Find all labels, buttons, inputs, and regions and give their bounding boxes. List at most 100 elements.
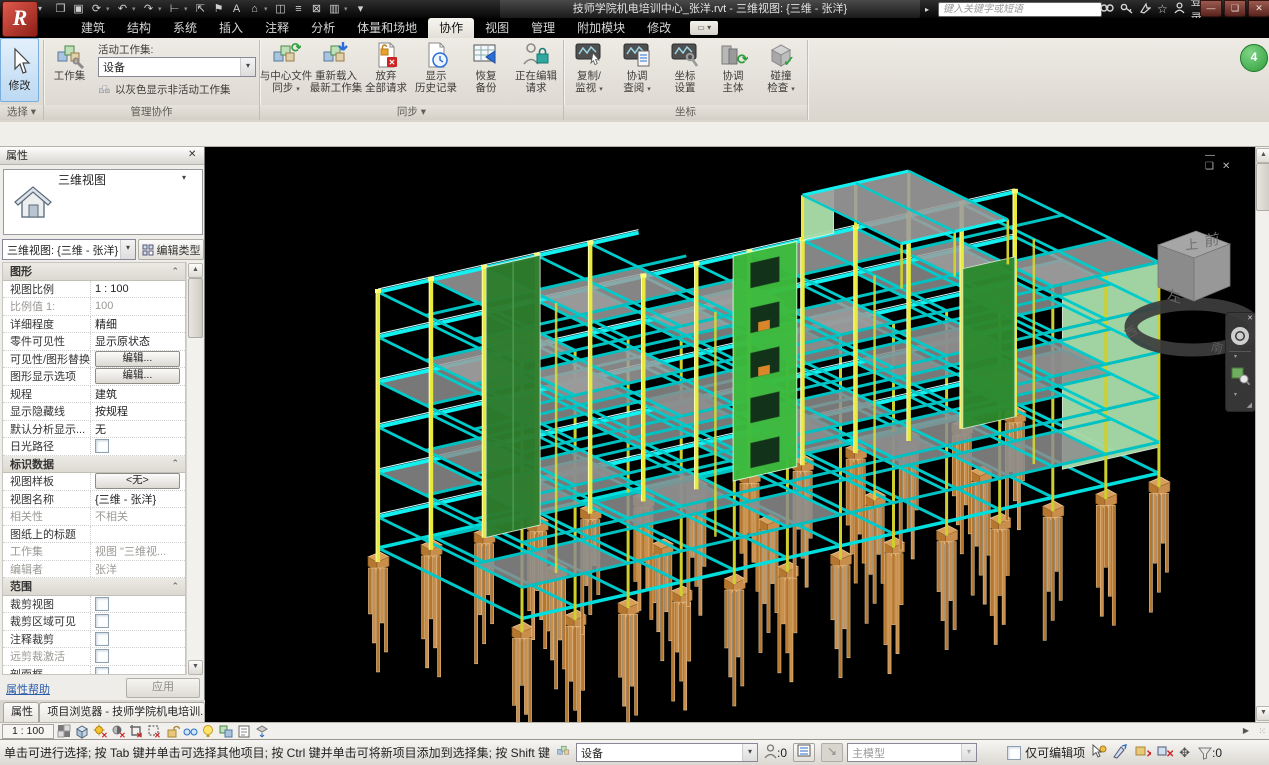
property-edit-button[interactable]: <无>	[95, 473, 180, 489]
ribbon-button-relinquish-all[interactable]: ✕放弃全部请求	[362, 40, 410, 104]
redo-icon[interactable]: ↷	[140, 1, 157, 17]
aligned-dimension-icon[interactable]: ⇱	[192, 1, 209, 17]
sync-with-central-dropdown-icon[interactable]: ▾	[106, 5, 113, 13]
measure-dropdown-icon[interactable]: ▾	[184, 5, 191, 13]
design-options-icon[interactable]: ↘	[821, 743, 843, 762]
properties-close-icon[interactable]: ✕	[188, 149, 196, 160]
property-checkbox[interactable]	[95, 632, 109, 646]
property-value[interactable]: 张洋	[91, 561, 185, 577]
property-edit-button[interactable]: 编辑...	[95, 368, 180, 384]
restore-button[interactable]: ❑	[1224, 0, 1246, 17]
detail-level-icon[interactable]	[56, 724, 72, 739]
3d-structural-model[interactable]	[205, 147, 1255, 722]
sun-path-off-icon[interactable]: ✕	[92, 724, 108, 739]
collapse-icon[interactable]: ⌃	[171, 581, 185, 592]
thin-lines-icon[interactable]: ≡	[290, 1, 307, 17]
viewport-vertical-scrollbar[interactable]: ▲ ▼	[1255, 147, 1269, 722]
search-icon[interactable]	[1100, 2, 1114, 17]
steering-wheel-icon[interactable]	[1229, 325, 1251, 347]
close-button[interactable]: ✕	[1248, 0, 1269, 17]
properties-help-link[interactable]: 属性帮助	[6, 681, 50, 697]
ribbon-button-show-history[interactable]: 显示历史记录	[412, 40, 460, 104]
deselect-icon[interactable]: ✕	[1135, 744, 1151, 762]
move-cursor-icon[interactable]: ✥	[1179, 745, 1190, 761]
collapse-icon[interactable]: ⌃	[171, 266, 185, 277]
property-checkbox[interactable]	[95, 597, 109, 611]
tab-properties[interactable]: 属性	[3, 702, 39, 722]
select-elements-icon[interactable]	[1091, 744, 1107, 762]
tag-by-category-icon[interactable]: ⚑	[210, 1, 227, 17]
scrollbar-thumb[interactable]	[188, 278, 203, 338]
scroll-right-icon[interactable]: ▶	[1239, 724, 1253, 738]
worksets-button[interactable]: 工作集	[46, 40, 93, 104]
apply-button[interactable]: 应用	[126, 678, 200, 698]
scroll-down-icon[interactable]: ▼	[1256, 706, 1269, 721]
section-icon[interactable]: ◫	[272, 1, 289, 17]
scrollbar-thumb[interactable]	[1256, 163, 1269, 211]
application-menu-arrow-icon[interactable]: ▾	[38, 4, 42, 13]
ribbon-tab-结构[interactable]: 结构	[116, 18, 162, 38]
property-value[interactable]: 不相关	[91, 508, 185, 524]
crop-view-off-icon[interactable]: ✕	[128, 724, 144, 739]
panel-label-synchronize[interactable]: 同步 ▾	[260, 105, 563, 120]
property-value[interactable]: 无	[91, 421, 185, 437]
minimize-button[interactable]: —	[1200, 0, 1222, 17]
property-section-图形[interactable]: 图形⌃	[3, 263, 185, 281]
switch-windows-icon[interactable]: ▥	[326, 1, 343, 17]
sync-with-central-icon[interactable]: ⟳	[88, 1, 105, 17]
ribbon-button-copy-monitor[interactable]: 复制/监视 ▾	[566, 40, 612, 104]
property-value[interactable]: 精细	[91, 316, 185, 332]
open-file-icon[interactable]: ❒	[52, 1, 69, 17]
gray-inactive-worksets-toggle[interactable]: 以灰色显示非活动工作集	[98, 82, 231, 97]
undo-dropdown-icon[interactable]: ▾	[132, 5, 139, 13]
view-instance-dropdown[interactable]: 三维视图: {三维 - 张洋}▾	[2, 239, 136, 260]
unlocked-view-icon[interactable]	[164, 724, 180, 739]
navbar-expand-icon[interactable]: ▾	[1234, 353, 1237, 360]
scroll-down-icon[interactable]: ▼	[188, 660, 203, 675]
subscription-key-icon[interactable]	[1120, 2, 1133, 17]
navbar-options-icon[interactable]: ◢	[1247, 401, 1252, 409]
property-value[interactable]: 按规程	[91, 403, 185, 419]
ribbon-tab-协作[interactable]: 协作	[428, 18, 474, 38]
properties-scrollbar[interactable]: ▲ ▼	[186, 262, 202, 675]
shadows-off-icon[interactable]: ✕	[110, 724, 126, 739]
redo-dropdown-icon[interactable]: ▾	[158, 5, 165, 13]
property-section-范围[interactable]: 范围⌃	[3, 578, 185, 596]
infocenter-search-input[interactable]: 键入关键字或短语	[938, 2, 1102, 17]
communication-center-icon[interactable]	[1139, 2, 1151, 17]
filter-control[interactable]: :0	[1198, 746, 1222, 760]
properties-title[interactable]: 属性	[0, 147, 204, 165]
resize-grip[interactable]: ⁙	[1258, 726, 1267, 737]
property-value[interactable]: 显示原状态	[91, 333, 185, 349]
user-icon[interactable]	[1174, 2, 1185, 17]
default-3d-view-dropdown-icon[interactable]: ▾	[264, 5, 271, 13]
notification-badge[interactable]: 4	[1240, 44, 1268, 72]
customize-quick-access-icon[interactable]: ▾	[352, 1, 369, 17]
text-icon[interactable]: A	[228, 1, 245, 17]
property-edit-button[interactable]: 编辑...	[95, 351, 180, 367]
collapse-icon[interactable]: ⌃	[171, 458, 185, 469]
ribbon-tab-修改[interactable]: 修改	[636, 18, 682, 38]
undo-icon[interactable]: ↶	[114, 1, 131, 17]
title-expand-icon[interactable]: ▸	[925, 5, 929, 14]
panel-label-select[interactable]: 选择 ▾	[0, 105, 43, 120]
type-selector-dropdown-icon[interactable]: ▾	[182, 173, 186, 182]
property-checkbox[interactable]	[95, 614, 109, 628]
ribbon-tab-系统[interactable]: 系统	[162, 18, 208, 38]
drawing-area[interactable]: —❑✕ 西 南 东 上 左 前 ✕ ▾ ▾ ◢	[205, 147, 1255, 722]
view-window-controls[interactable]: —❑✕	[1205, 150, 1255, 172]
temporary-view-properties-icon[interactable]	[236, 724, 252, 739]
default-3d-view-icon[interactable]: ⌂	[246, 1, 263, 17]
navbar-close-icon[interactable]: ✕	[1247, 314, 1253, 322]
ribbon-button-reload-latest[interactable]: 重新载入最新工作集	[312, 40, 360, 104]
ribbon-tab-注释[interactable]: 注释	[254, 18, 300, 38]
measure-icon[interactable]: ⊢	[166, 1, 183, 17]
displace-elements-icon[interactable]	[254, 724, 270, 739]
panel-label-manage-collaboration[interactable]: 管理协作	[44, 105, 259, 120]
ribbon-tab-分析[interactable]: 分析	[300, 18, 346, 38]
ribbon-button-editing-requests[interactable]: 正在编辑请求	[512, 40, 560, 104]
property-checkbox[interactable]	[95, 649, 109, 663]
ribbon-display-toggle[interactable]: ▭ ▾	[690, 21, 718, 35]
view-scale-button[interactable]: 1 : 100	[2, 724, 54, 739]
ribbon-button-restore-backup[interactable]: 恢复备份	[462, 40, 510, 104]
